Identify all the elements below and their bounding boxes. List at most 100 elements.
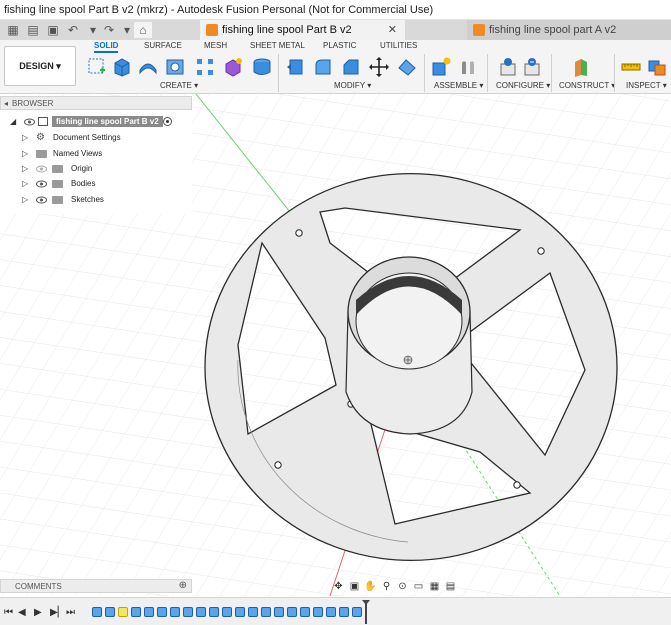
zoom-icon[interactable]: ⚲ [380, 580, 393, 593]
folder-icon[interactable]: ▤ [24, 22, 42, 38]
orbit-icon[interactable]: ✥ [332, 580, 345, 593]
group-modify-label[interactable]: MODIFY ▾ [334, 81, 371, 90]
viewport-icon[interactable]: ▤ [444, 580, 457, 593]
new-component-icon[interactable] [430, 56, 452, 78]
tab-sheet-metal[interactable]: SHEET METAL [250, 41, 305, 50]
expand-arrow-icon[interactable]: ▷ [22, 179, 28, 188]
tab-solid[interactable]: SOLID [94, 41, 119, 53]
tab-part-b[interactable]: fishing line spool Part B v2 ✕ [200, 20, 405, 40]
timeline-feature-body[interactable] [339, 607, 349, 617]
browser-item-bodies[interactable]: ▷ Bodies [0, 176, 192, 191]
activate-radio[interactable] [163, 117, 172, 126]
tab-utilities[interactable]: UTILITIES [380, 41, 417, 50]
measure-icon[interactable] [620, 56, 642, 78]
eye-icon[interactable] [36, 180, 47, 188]
tab-surface[interactable]: SURFACE [144, 41, 182, 50]
timeline-feature-body[interactable] [105, 607, 115, 617]
timeline-feature-body[interactable] [287, 607, 297, 617]
fit-icon[interactable]: ⊙ [396, 580, 409, 593]
group-assemble-label[interactable]: ASSEMBLE ▾ [434, 81, 483, 90]
center-hub[interactable] [345, 256, 473, 435]
configure-rule-icon[interactable] [521, 56, 543, 78]
hole [295, 229, 303, 237]
grid-settings-icon[interactable]: ▦ [428, 580, 441, 593]
browser-item-origin[interactable]: ▷ Origin [0, 161, 192, 176]
chamfer-icon[interactable] [340, 56, 362, 78]
go-to-end-icon[interactable]: ⏭ [66, 607, 75, 618]
tab-mesh[interactable]: MESH [204, 41, 227, 50]
workspace-switcher-button[interactable]: DESIGN ▾ [4, 46, 76, 86]
browser-header[interactable]: ◂ BROWSER [0, 96, 192, 110]
tab-part-a[interactable]: fishing line spool part A v2 [467, 20, 671, 40]
timeline-marker[interactable] [362, 600, 370, 624]
press-pull-icon[interactable] [285, 56, 307, 78]
timeline-feature-body[interactable] [183, 607, 193, 617]
close-icon[interactable]: ✕ [388, 23, 397, 36]
expand-arrow-icon[interactable]: ◢ [10, 117, 16, 126]
go-to-start-icon[interactable]: ⏮ [4, 607, 13, 618]
group-divider [278, 54, 279, 92]
timeline-feature-body[interactable] [313, 607, 323, 617]
browser-root-item[interactable]: ◢ fishing line spool Part B v2 [0, 114, 192, 129]
redo-icon[interactable]: ↷ [100, 22, 118, 38]
eye-icon[interactable] [36, 196, 47, 204]
step-back-icon[interactable]: ◀ [18, 607, 26, 618]
extrude-icon[interactable] [111, 56, 133, 78]
timeline-feature-body[interactable] [170, 607, 180, 617]
browser-item-document-settings[interactable]: ▷ ⚙ Document Settings [0, 130, 192, 145]
pan-icon[interactable]: ✋ [364, 580, 377, 593]
timeline-feature-body[interactable] [261, 607, 271, 617]
pattern-icon[interactable] [194, 56, 216, 78]
collapse-arrow-icon[interactable]: ◂ [4, 99, 8, 108]
timeline-feature-body[interactable] [209, 607, 219, 617]
timeline-feature-body[interactable] [222, 607, 232, 617]
timeline-feature-body[interactable] [144, 607, 154, 617]
timeline-feature-body[interactable] [157, 607, 167, 617]
hole-icon[interactable] [164, 56, 186, 78]
expand-arrow-icon[interactable]: ▷ [22, 133, 28, 142]
step-forward-icon[interactable]: ▶▏ [50, 607, 65, 618]
split-icon[interactable] [396, 56, 418, 78]
timeline-feature-sketch[interactable] [118, 607, 128, 617]
expand-arrow-icon[interactable]: ▷ [22, 164, 28, 173]
add-comment-icon[interactable]: ⊕ [179, 580, 187, 591]
tab-plastic[interactable]: PLASTIC [323, 41, 356, 50]
group-construct-label[interactable]: CONSTRUCT ▾ [559, 81, 615, 90]
play-icon[interactable]: ▶ [34, 607, 42, 618]
timeline-feature-body[interactable] [274, 607, 284, 617]
timeline-feature-body[interactable] [248, 607, 258, 617]
expand-arrow-icon[interactable]: ▷ [22, 149, 28, 158]
eye-icon[interactable] [24, 118, 35, 126]
expand-arrow-icon[interactable]: ▷ [22, 195, 28, 204]
undo-icon[interactable]: ↶ [64, 22, 82, 38]
timeline-feature-body[interactable] [92, 607, 102, 617]
new-sketch-icon[interactable] [86, 56, 108, 78]
fillet-icon[interactable] [312, 56, 334, 78]
comments-header[interactable]: COMMENTS ⊕ [0, 579, 192, 593]
look-at-icon[interactable]: ▣ [348, 580, 361, 593]
offset-plane-icon[interactable] [570, 56, 592, 78]
grid-menu-icon[interactable]: ▦ [4, 22, 22, 38]
timeline-feature-body[interactable] [352, 607, 362, 617]
form-icon[interactable] [222, 56, 244, 78]
eye-hidden-icon[interactable] [36, 165, 47, 173]
group-inspect-label[interactable]: INSPECT ▾ [626, 81, 667, 90]
timeline-feature-body[interactable] [131, 607, 141, 617]
interference-icon[interactable] [646, 56, 668, 78]
group-create-label[interactable]: CREATE ▾ [160, 81, 198, 90]
browser-item-named-views[interactable]: ▷ Named Views [0, 146, 192, 161]
joint-icon[interactable] [457, 56, 479, 78]
configure-table-icon[interactable] [497, 56, 519, 78]
timeline-feature-body[interactable] [300, 607, 310, 617]
group-configure-label[interactable]: CONFIGURE ▾ [496, 81, 550, 90]
move-icon[interactable] [368, 56, 390, 78]
home-icon[interactable]: ⌂ [134, 22, 152, 38]
cylinder-icon[interactable] [251, 56, 273, 78]
display-settings-icon[interactable]: ▭ [412, 580, 425, 593]
timeline-feature-body[interactable] [196, 607, 206, 617]
timeline-feature-body[interactable] [235, 607, 245, 617]
save-icon[interactable]: ▣ [44, 22, 62, 38]
revolve-icon[interactable] [137, 56, 159, 78]
timeline-feature-body[interactable] [326, 607, 336, 617]
browser-item-sketches[interactable]: ▷ Sketches [0, 192, 192, 207]
